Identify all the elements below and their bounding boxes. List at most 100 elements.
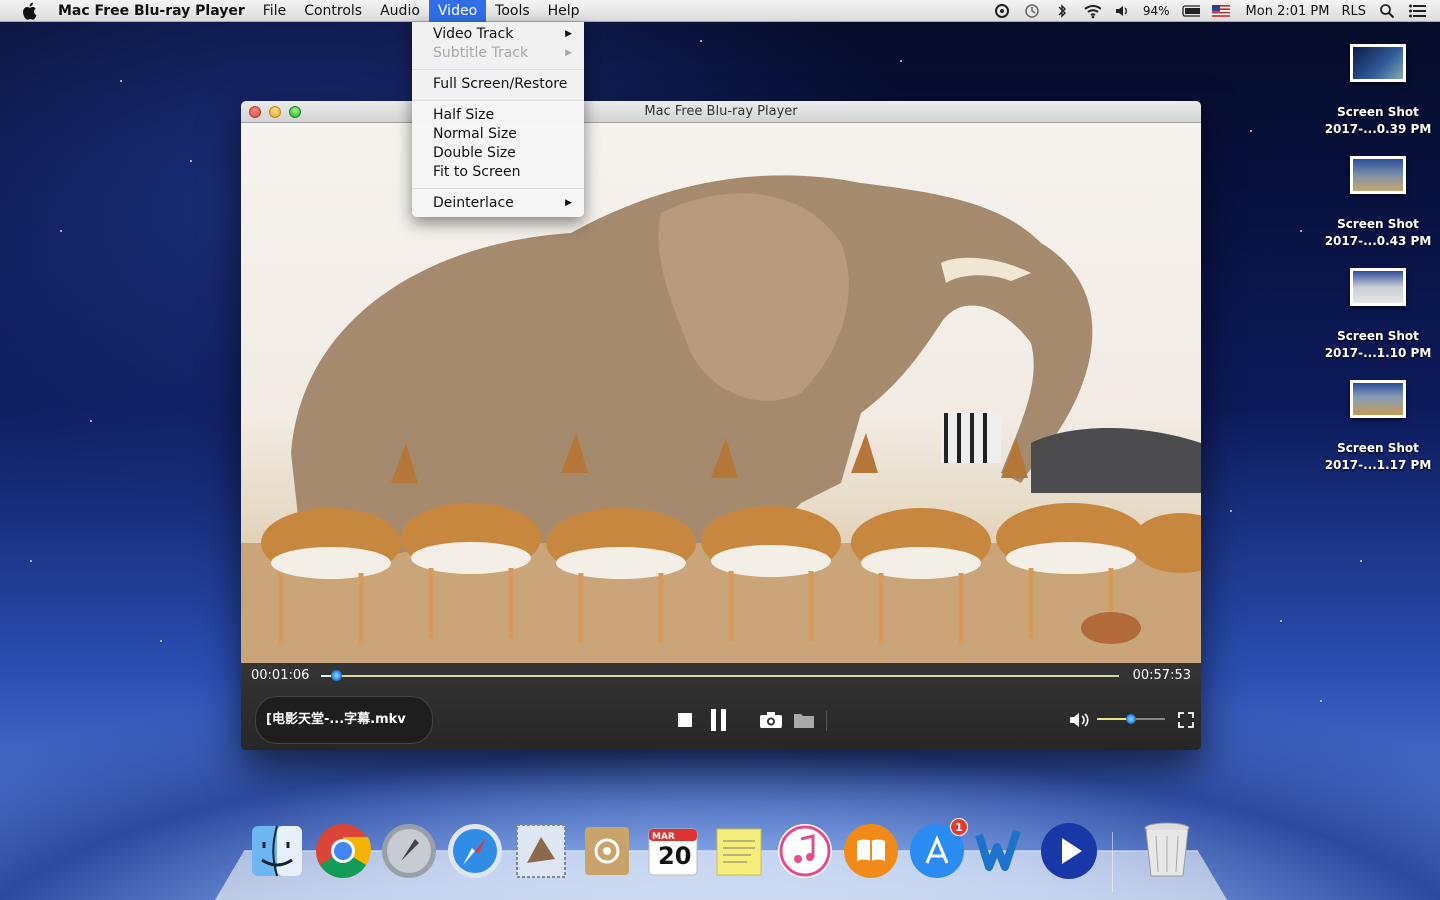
dock-finder[interactable] xyxy=(248,822,306,880)
zoom-button[interactable] xyxy=(289,106,301,118)
stop-icon xyxy=(678,713,692,727)
desktop-file-title: Screen Shot xyxy=(1337,441,1419,455)
dock-itunes[interactable] xyxy=(776,822,834,880)
dock-separator xyxy=(1112,832,1113,892)
pause-button[interactable] xyxy=(708,709,730,731)
dock-calendar[interactable]: MAR 20 xyxy=(644,822,702,880)
menu-tools[interactable]: Tools xyxy=(486,0,539,22)
screen-search-icon[interactable] xyxy=(993,2,1011,20)
desktop-file-title: Screen Shot xyxy=(1337,329,1419,343)
dock-mail[interactable] xyxy=(512,822,570,880)
seek-bar[interactable] xyxy=(321,675,1119,677)
menu-bar: Mac Free Blu-ray Player File Controls Au… xyxy=(0,0,1440,22)
volume-button[interactable] xyxy=(1069,711,1091,729)
app-store-badge: 1 xyxy=(950,818,968,836)
desktop-file-title: Screen Shot xyxy=(1337,105,1419,119)
snapshot-button[interactable] xyxy=(759,711,783,729)
dock-ibooks[interactable] xyxy=(842,822,900,880)
submenu-arrow-icon: ▶ xyxy=(565,198,572,208)
user-name[interactable]: RLS xyxy=(1341,4,1366,19)
time-machine-icon[interactable] xyxy=(1023,2,1041,20)
mail-stamp-icon xyxy=(516,824,566,878)
menu-audio[interactable]: Audio xyxy=(371,0,429,22)
notification-center-icon[interactable] xyxy=(1408,2,1426,20)
menu-help[interactable]: Help xyxy=(539,0,589,22)
folder-icon xyxy=(794,714,814,728)
screenshot-thumbnail xyxy=(1350,156,1406,194)
dock-blu-ray-player[interactable] xyxy=(1040,822,1098,880)
menu-item-fit-to-screen[interactable]: Fit to Screen xyxy=(412,163,584,182)
video-frame[interactable] xyxy=(241,123,1201,663)
menu-item-double-size[interactable]: Double Size xyxy=(412,144,584,163)
spotlight-search-icon[interactable] xyxy=(1378,2,1396,20)
battery-icon[interactable] xyxy=(1181,2,1200,20)
desktop-file-subtitle: 2017-...0.43 PM xyxy=(1324,234,1432,248)
minimize-button[interactable] xyxy=(269,106,281,118)
contacts-icon xyxy=(585,827,629,875)
controls-divider xyxy=(826,711,827,731)
word-icon xyxy=(975,829,1021,871)
notes-icon xyxy=(716,828,762,876)
dock-launchpad[interactable] xyxy=(380,822,438,880)
volume-handle[interactable] xyxy=(1126,714,1136,724)
bluetooth-icon[interactable] xyxy=(1053,2,1071,20)
fullscreen-button[interactable] xyxy=(1177,711,1195,729)
stop-button[interactable] xyxy=(677,712,693,728)
video-menu: Video Track ▶ Subtitle Track ▶ Full Screen… xyxy=(412,22,584,217)
menu-item-video-track[interactable]: Video Track ▶ xyxy=(412,25,584,44)
wifi-icon[interactable] xyxy=(1083,2,1101,20)
menu-item-deinterlace[interactable]: Deinterlace ▶ xyxy=(412,194,584,213)
submenu-arrow-icon: ▶ xyxy=(565,29,572,39)
launchpad-icon xyxy=(382,824,436,878)
dock-stickies[interactable] xyxy=(710,822,768,880)
camera-icon xyxy=(760,712,782,728)
seek-handle[interactable] xyxy=(331,670,343,681)
apple-icon[interactable] xyxy=(18,0,40,22)
screenshot-thumbnail xyxy=(1350,380,1406,418)
battery-percent[interactable]: 94% xyxy=(1143,4,1170,18)
close-button[interactable] xyxy=(249,106,261,118)
menu-item-normal-size[interactable]: Normal Size xyxy=(412,125,584,144)
open-folder-button[interactable] xyxy=(792,711,816,729)
menu-item-subtitle-track[interactable]: Subtitle Track ▶ xyxy=(412,44,584,63)
volume-icon[interactable] xyxy=(1113,2,1131,20)
window-titlebar[interactable]: Mac Free Blu-ray Player xyxy=(241,101,1201,123)
calendar-day: 20 xyxy=(658,842,692,870)
clock[interactable]: Mon 2:01 PM xyxy=(1246,4,1330,19)
desktop-file-title: Screen Shot xyxy=(1337,217,1419,231)
dock-contacts[interactable] xyxy=(578,822,636,880)
desktop-file-3[interactable]: Screen Shot 2017-...1.10 PM xyxy=(1318,268,1438,362)
us-flag-icon[interactable] xyxy=(1211,2,1230,20)
screenshot-thumbnail xyxy=(1350,44,1406,82)
current-time: 00:01:06 xyxy=(251,668,310,683)
submenu-arrow-icon: ▶ xyxy=(565,48,572,58)
dock-chrome[interactable] xyxy=(314,822,372,880)
filename-display: [电影天堂-...字幕.mkv xyxy=(255,696,433,744)
screenshot-thumbnail xyxy=(1350,268,1406,306)
menu-item-full-screen[interactable]: Full Screen/Restore xyxy=(412,75,584,94)
total-time: 00:57:53 xyxy=(1132,668,1191,683)
player-controls: 00:01:06 00:57:53 [电影天堂-...字幕.mkv xyxy=(241,663,1201,750)
desktop-file-2[interactable]: Screen Shot 2017-...0.43 PM xyxy=(1318,156,1438,250)
desktop-file-4[interactable]: Screen Shot 2017-...1.17 PM xyxy=(1318,380,1438,474)
window-title: Mac Free Blu-ray Player xyxy=(644,104,798,119)
chrome-icon xyxy=(316,824,371,878)
calendar-month: MAR xyxy=(652,832,675,842)
menu-file[interactable]: File xyxy=(254,0,295,22)
safari-icon xyxy=(448,824,502,878)
desktop-file-1[interactable]: Screen Shot 2017-...0.39 PM xyxy=(1318,44,1438,138)
dock-word[interactable] xyxy=(974,822,1032,880)
menu-video[interactable]: Video xyxy=(428,0,487,22)
dock-safari[interactable] xyxy=(446,822,504,880)
dock-app-store[interactable]: 1 xyxy=(908,818,968,880)
menu-item-half-size[interactable]: Half Size xyxy=(412,106,584,125)
desktop-file-subtitle: 2017-...1.10 PM xyxy=(1324,346,1432,360)
finder-icon xyxy=(252,825,302,877)
menu-controls[interactable]: Controls xyxy=(295,0,371,22)
elephant-gazelles-scene xyxy=(241,175,1201,663)
menu-app-name[interactable]: Mac Free Blu-ray Player xyxy=(52,0,254,22)
speaker-icon xyxy=(1070,713,1089,727)
pause-icon xyxy=(711,709,726,731)
menu-separator xyxy=(412,69,584,70)
dock-trash[interactable] xyxy=(1138,822,1196,880)
